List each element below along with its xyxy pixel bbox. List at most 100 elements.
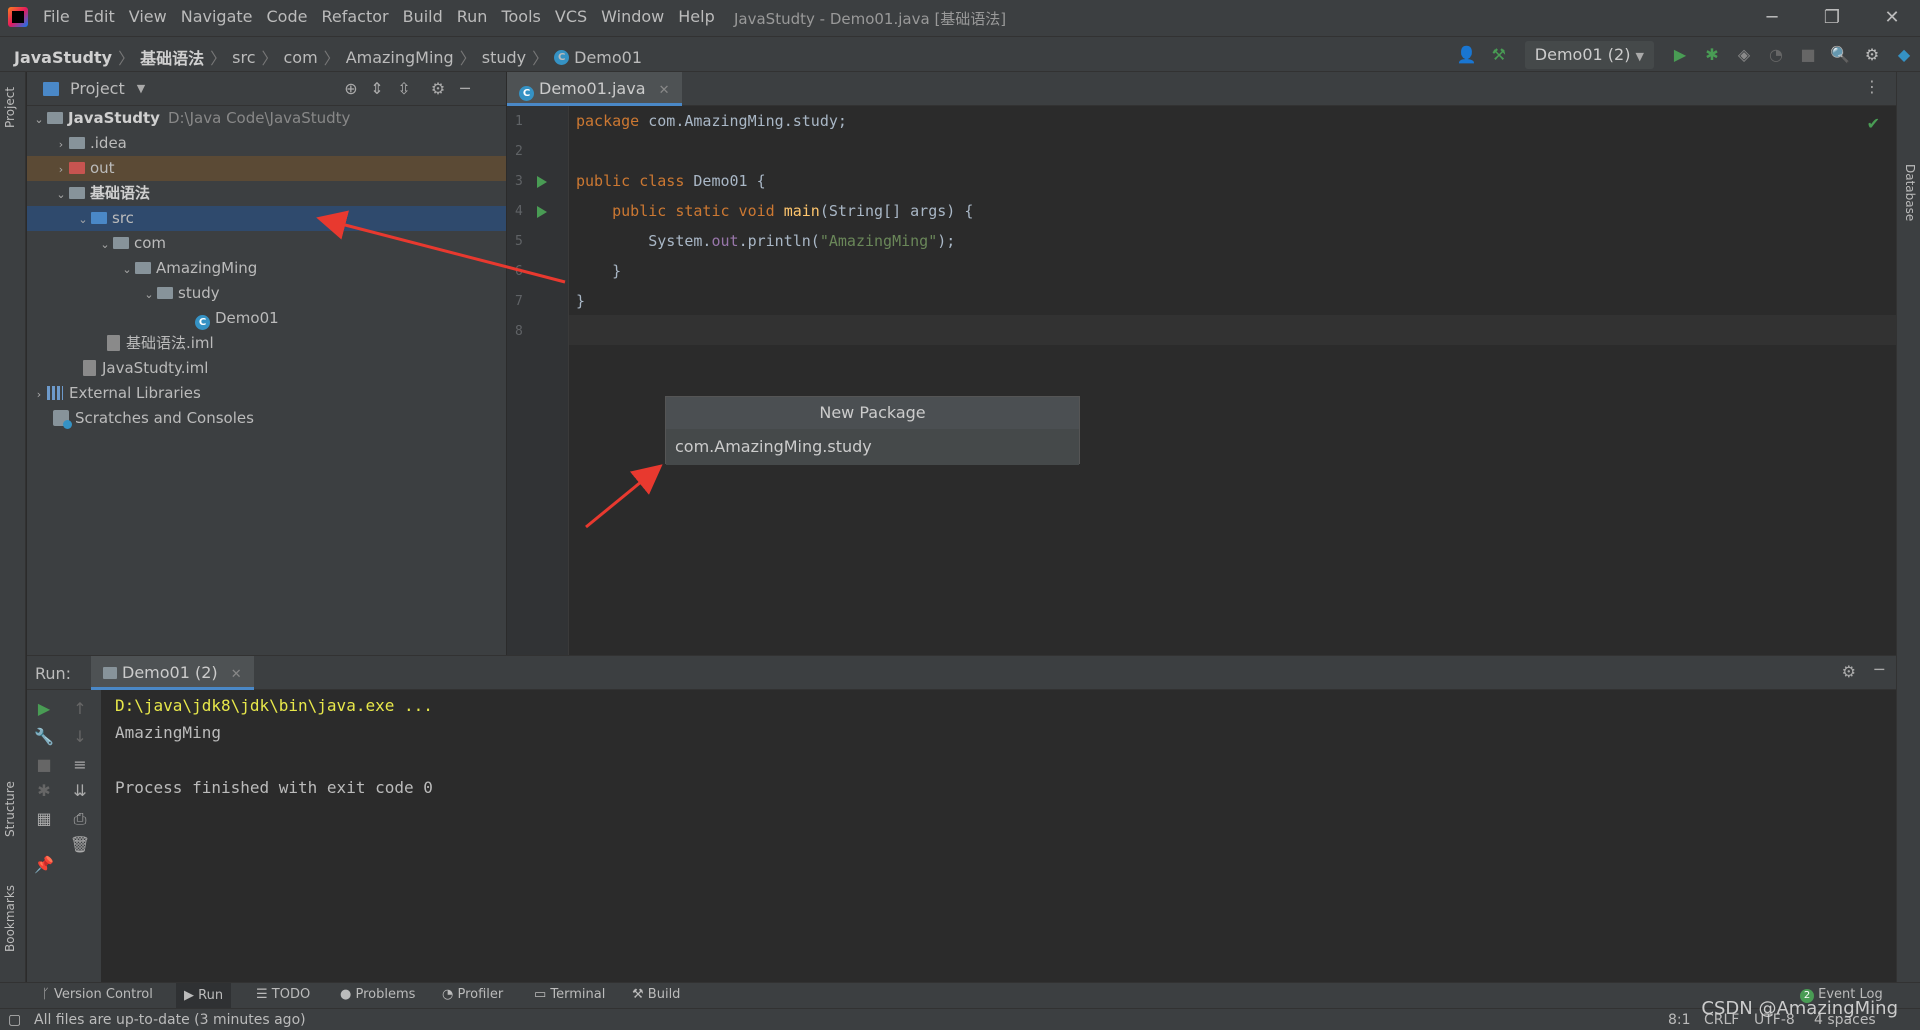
- breadcrumb-project[interactable]: JavaStudty: [14, 48, 112, 67]
- run-tab-demo01[interactable]: Demo01 (2) ✕: [91, 656, 254, 690]
- menu-file[interactable]: File: [43, 7, 70, 26]
- tree-item-module-iml[interactable]: 基础语法.iml: [27, 331, 506, 356]
- tree-item-amazingming[interactable]: ⌄ AmazingMing: [27, 256, 506, 281]
- breadcrumb-src[interactable]: src: [232, 48, 255, 67]
- collapse-all-icon[interactable]: ⇳: [393, 78, 415, 100]
- project-side-tab[interactable]: Project: [3, 87, 17, 128]
- stop-icon[interactable]: ■: [1792, 37, 1824, 73]
- chevron-down-icon[interactable]: ⌄: [141, 282, 157, 307]
- stop-icon[interactable]: ■: [33, 754, 55, 776]
- menu-window[interactable]: Window: [601, 7, 664, 26]
- chevron-right-icon[interactable]: ›: [31, 382, 47, 407]
- close-icon[interactable]: ✕: [659, 83, 670, 98]
- more-icon[interactable]: ⋮: [1864, 77, 1880, 96]
- menu-navigate[interactable]: Navigate: [181, 7, 253, 26]
- locate-icon[interactable]: ⊕: [340, 78, 362, 100]
- inspection-ok-icon[interactable]: ✔: [1867, 114, 1880, 133]
- structure-side-tab[interactable]: Structure: [3, 781, 17, 837]
- database-side-tab[interactable]: Database: [1903, 164, 1917, 221]
- menu-run[interactable]: Run: [457, 7, 488, 26]
- caret-position[interactable]: 8:1: [1668, 1012, 1691, 1028]
- project-panel-title[interactable]: Project: [70, 79, 125, 98]
- tree-item-module[interactable]: ⌄ 基础语法: [27, 181, 506, 206]
- pin-icon[interactable]: 📌: [33, 854, 55, 876]
- run-configuration-select[interactable]: Demo01 (2) ▼: [1524, 41, 1654, 69]
- run-icon[interactable]: ▶: [1664, 37, 1696, 73]
- tree-item-project-iml[interactable]: JavaStudty.iml: [27, 356, 506, 381]
- print-icon[interactable]: ⎙: [69, 808, 91, 830]
- tool-run[interactable]: ▶ Run: [176, 983, 232, 1008]
- coverage-icon[interactable]: ◈: [1728, 37, 1760, 73]
- gear-icon[interactable]: ⚙: [1856, 37, 1888, 73]
- rerun-icon[interactable]: ▶: [33, 698, 55, 720]
- menu-tools[interactable]: Tools: [501, 7, 540, 26]
- menu-help[interactable]: Help: [678, 7, 714, 26]
- arrow-down-icon[interactable]: ↓: [69, 726, 91, 748]
- chevron-down-icon[interactable]: ⌄: [75, 207, 91, 232]
- menu-build[interactable]: Build: [403, 7, 443, 26]
- tree-item-demo01[interactable]: C Demo01: [27, 306, 506, 331]
- tree-item-external-libraries[interactable]: › External Libraries: [27, 381, 506, 406]
- expand-all-icon[interactable]: ⇕: [366, 78, 388, 100]
- close-icon[interactable]: ✕: [231, 667, 242, 682]
- chevron-down-icon[interactable]: ⌄: [53, 182, 69, 207]
- soft-wrap-icon[interactable]: ≡: [69, 754, 91, 776]
- menu-edit[interactable]: Edit: [84, 7, 115, 26]
- status-message[interactable]: All files are up-to-date (3 minutes ago): [34, 1012, 306, 1028]
- gear-icon[interactable]: ⚙: [427, 78, 449, 100]
- user-icon[interactable]: 👤: [1451, 37, 1483, 73]
- minimize-button[interactable]: ─: [1752, 4, 1792, 32]
- layout-icon[interactable]: ▦: [33, 808, 55, 830]
- tree-item-idea[interactable]: › .idea: [27, 131, 506, 156]
- chevron-right-icon[interactable]: ›: [53, 157, 69, 182]
- chevron-right-icon[interactable]: ›: [53, 132, 69, 157]
- tree-item-project-root[interactable]: ⌄ JavaStudty D:\Java Code\JavaStudty: [27, 106, 506, 131]
- menu-code[interactable]: Code: [267, 7, 308, 26]
- breadcrumb-com[interactable]: com: [284, 48, 318, 67]
- tree-item-com[interactable]: ⌄ com: [27, 231, 506, 256]
- chevron-down-icon[interactable]: ⌄: [31, 107, 47, 132]
- chevron-down-icon[interactable]: ⌄: [97, 232, 113, 257]
- tool-build[interactable]: ⚒ Build: [632, 987, 680, 1002]
- scroll-to-end-icon[interactable]: ⇊: [69, 780, 91, 802]
- hide-icon[interactable]: ─: [454, 78, 476, 100]
- trash-icon[interactable]: 🗑: [69, 834, 91, 856]
- tool-profiler[interactable]: ◔ Profiler: [442, 987, 503, 1002]
- menu-vcs[interactable]: VCS: [555, 7, 587, 26]
- debug-icon[interactable]: ✱: [33, 780, 55, 802]
- tool-version-control[interactable]: ᚴ Version Control: [42, 987, 153, 1002]
- chevron-down-icon[interactable]: ⌄: [119, 257, 135, 282]
- tree-item-study[interactable]: ⌄ study: [27, 281, 506, 306]
- tool-todo[interactable]: ☰ TODO: [256, 987, 310, 1002]
- menu-view[interactable]: View: [129, 7, 167, 26]
- bookmarks-side-tab[interactable]: Bookmarks: [3, 885, 17, 952]
- jetbrains-toolbox-icon[interactable]: ◆: [1888, 37, 1920, 73]
- tool-terminal[interactable]: ▭ Terminal: [534, 987, 605, 1002]
- package-name-input[interactable]: com.AmazingMing.study: [666, 429, 1079, 465]
- breadcrumb-module[interactable]: 基础语法: [140, 45, 204, 69]
- hide-icon[interactable]: ─: [1874, 660, 1884, 679]
- menu-refactor[interactable]: Refactor: [321, 7, 388, 26]
- run-gutter-icon[interactable]: [537, 176, 547, 188]
- run-gutter-icon[interactable]: [537, 206, 547, 218]
- breadcrumb-amazingming[interactable]: AmazingMing: [346, 48, 454, 67]
- breadcrumb-demo01[interactable]: Demo01: [574, 48, 642, 67]
- tree-item-out[interactable]: › out: [27, 156, 506, 181]
- restore-button[interactable]: ❐: [1812, 4, 1852, 32]
- chevron-down-icon[interactable]: ▼: [137, 82, 145, 95]
- wrench-icon[interactable]: 🔧: [33, 726, 55, 748]
- arrow-up-icon[interactable]: ↑: [69, 698, 91, 720]
- debug-icon[interactable]: ✱: [1696, 37, 1728, 73]
- search-icon[interactable]: 🔍: [1824, 37, 1856, 73]
- gear-icon[interactable]: ⚙: [1842, 662, 1856, 681]
- tree-item-scratches[interactable]: Scratches and Consoles: [27, 406, 506, 431]
- tree-item-src[interactable]: ⌄ src: [27, 206, 506, 231]
- status-toggle-icon[interactable]: ▢: [8, 1012, 21, 1028]
- profile-icon[interactable]: ◔: [1760, 37, 1792, 73]
- tool-problems[interactable]: ● Problems: [340, 987, 415, 1002]
- breadcrumb-study[interactable]: study: [482, 48, 526, 67]
- code-editor[interactable]: 1 2 3 4 5 6 7 8 package com.AmazingMing.…: [507, 106, 1896, 655]
- editor-tab-demo01[interactable]: C Demo01.java ✕: [507, 72, 682, 106]
- close-button[interactable]: ✕: [1872, 4, 1912, 32]
- build-hammer-icon[interactable]: ⚒: [1483, 37, 1515, 73]
